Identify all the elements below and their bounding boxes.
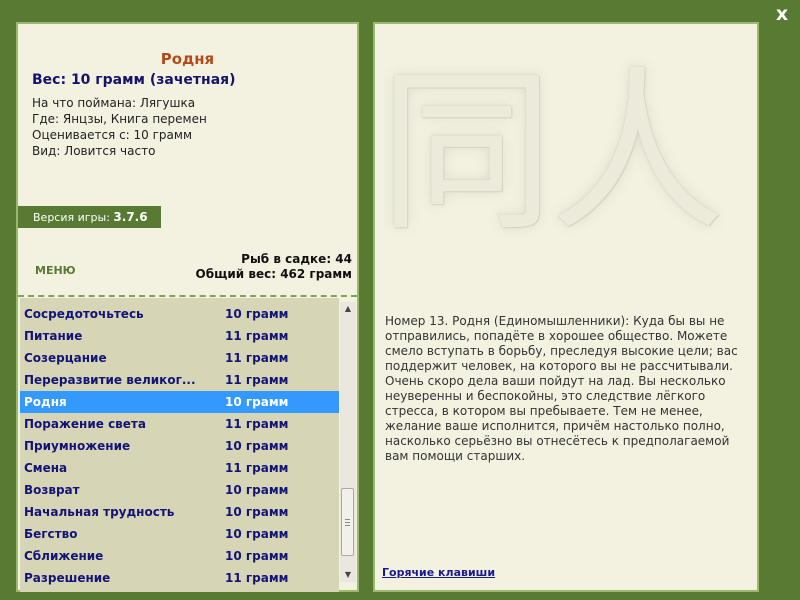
fish-title: Родня [160,50,215,68]
fish-name: Смена [24,461,68,475]
grip-line [345,522,350,523]
fish-list[interactable]: Сосредоточьтесь 10 грамм Питание 11 грамм Со… [20,298,339,592]
fish-name: Разрешение [24,571,111,585]
list-item[interactable]: Сосредоточьтесь 10 грамм [20,303,339,325]
divider [18,295,357,297]
fish-name: Сближение [24,549,104,563]
scrollbar-thumb[interactable] [341,488,354,556]
fish-weight-value: 11 грамм [225,571,289,585]
fish-weight-value: 10 грамм [225,395,289,409]
fish-name: Начальная трудность [24,505,175,519]
fish-weight-value: 11 грамм [225,329,289,343]
fish-location: Где: Янцзы, Книга перемен [32,112,207,126]
list-item[interactable]: Созерцание 11 грамм [20,347,339,369]
hexagram-glyph: 同人 [379,52,725,255]
version-number: 3.7.6 [113,210,148,224]
list-item[interactable]: Поражение света 11 грамм [20,413,339,435]
scroll-up-icon[interactable]: ▲ [340,302,356,316]
fish-frequency: Вид: Ловится часто [32,144,156,158]
list-item[interactable]: Родня 10 грамм [20,391,339,413]
list-scrollbar[interactable]: ▲ ▼ [340,302,356,582]
fish-weight-value: 11 грамм [225,373,289,387]
fish-name: Приумножение [24,439,131,453]
hexagram-description: Номер 13. Родня (Единомышленники): Куда … [385,314,738,463]
list-item[interactable]: Питание 11 грамм [20,325,339,347]
list-item[interactable]: Разрешение 11 грамм [20,567,339,589]
fish-info-panel: Родня Вес: 10 грамм (зачетная) На что по… [16,22,359,592]
fish-weight-value: 11 грамм [225,461,289,475]
fish-weight-value: 10 грамм [225,483,289,497]
fish-name: Питание [24,329,83,343]
fish-weight-value: 11 грамм [225,417,289,431]
fish-weight-value: 10 грамм [225,549,289,563]
scroll-down-icon[interactable]: ▼ [340,568,356,582]
list-item[interactable]: Начальная трудность 10 грамм [20,501,339,523]
fish-weight-value: 10 грамм [225,527,289,541]
fish-weight-value: 11 грамм [225,351,289,365]
fish-count: Рыб в садке: 44 [241,252,352,266]
hotkeys-link[interactable]: Горячие клавиши [382,566,495,579]
list-item[interactable]: Сближение 10 грамм [20,545,339,567]
list-item[interactable]: Смена 11 грамм [20,457,339,479]
fish-weight-value: 10 грамм [225,307,289,321]
close-icon[interactable]: x [772,4,792,24]
fish-weight: Вес: 10 грамм (зачетная) [32,72,236,88]
description-panel: 同人 Номер 13. Родня (Единомышленники): Ку… [373,22,759,592]
menu-button[interactable]: МЕНЮ [35,264,76,277]
version-badge: Версия игры: 3.7.6 [18,206,161,228]
total-weight: Общий вес: 462 грамм [195,267,352,281]
fish-bait: На что поймана: Лягушка [32,96,196,110]
fish-weight-value: 10 грамм [225,505,289,519]
list-item[interactable]: Бегство 10 грамм [20,523,339,545]
fish-valued-from: Оценивается с: 10 грамм [32,128,192,142]
grip-line [345,519,350,520]
list-item[interactable]: Возврат 10 грамм [20,479,339,501]
fish-name: Поражение света [24,417,146,431]
fish-weight-value: 10 грамм [225,439,289,453]
list-item[interactable]: Приумножение 10 грамм [20,435,339,457]
grip-line [345,525,350,526]
fish-name: Переразвитие великог... [24,373,196,387]
list-item[interactable]: Переразвитие великог... 11 грамм [20,369,339,391]
version-label: Версия игры: [33,211,110,224]
fish-name: Сосредоточьтесь [24,307,144,321]
fish-name: Возврат [24,483,80,497]
fish-name: Созерцание [24,351,107,365]
fish-name: Родня [24,395,67,409]
fish-name: Бегство [24,527,78,541]
